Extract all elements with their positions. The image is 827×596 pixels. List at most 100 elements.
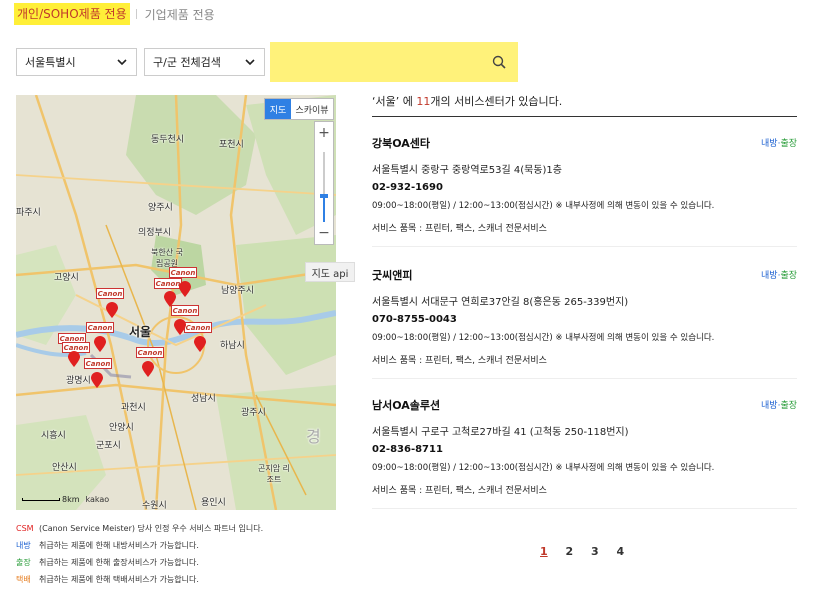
legend-text-csm: (Canon Service Meister) 당사 인정 우수 서비스 파트너… <box>39 524 264 533</box>
center-name[interactable]: 강북OA센타 <box>372 135 430 151</box>
legend-row-delivery: 택배 취급하는 제품에 한해 택배서비스가 가능합니다. <box>16 571 263 588</box>
badge-trip: 출장 <box>780 271 797 281</box>
center-hours: 09:00~18:00(평일) / 12:00~13:00(점심시간) ※ 내부… <box>372 201 715 211</box>
page-link-1[interactable]: 1 <box>540 545 566 558</box>
chevron-down-icon <box>117 59 127 66</box>
zoom-in-button[interactable]: + <box>315 124 333 142</box>
map-label-gunpo: 군포시 <box>96 441 121 451</box>
scale-label: 8km <box>62 495 80 504</box>
service-center-card[interactable]: 남서OA솔루션 내방·출장 서울특별시 구로구 고척로27바길 41 (고척동 … <box>372 397 797 509</box>
map-label-seongnam: 성남시 <box>191 394 216 404</box>
legend-key-visit: 내방 <box>16 541 31 550</box>
zoom-control: + − <box>314 121 334 245</box>
results-panel: ‘서울’ 에 11개의 서비스센터가 있습니다. 강북OA센타 내방·출장 서울… <box>372 93 797 509</box>
map-label-dongducheon: 동두천시 <box>151 135 185 145</box>
map-label-seoul: 서울 <box>129 325 152 339</box>
district-select-value: 구/군 전체검색 <box>153 56 221 69</box>
map-label-gyeong: 경 <box>306 427 321 446</box>
center-phone: 070-8755-0043 <box>372 314 457 325</box>
map-type-skyview-button[interactable]: 스카이뷰 <box>291 99 333 119</box>
center-address: 서울특별시 중랑구 중랑역로53길 4(묵동)1층 <box>372 165 562 176</box>
center-badges: 내방·출장 <box>761 136 797 149</box>
center-badges: 내방·출장 <box>761 398 797 411</box>
map-label-yangju: 양주시 <box>148 203 173 213</box>
center-service-items: 서비스 품목 : 프린터, 팩스, 스캐너 전문서비스 <box>372 486 547 496</box>
map-pin-icon[interactable] <box>174 319 186 335</box>
summary-suffix: 개의 서비스센터가 있습니다. <box>430 95 563 108</box>
center-phone: 02-932-1690 <box>372 182 443 193</box>
city-select-value: 서울특별시 <box>25 56 76 69</box>
canon-marker-label: Canon <box>96 288 124 299</box>
summary-count: 11 <box>416 95 431 108</box>
results-summary: ‘서울’ 에 11개의 서비스센터가 있습니다. <box>372 93 797 117</box>
map-label-gwacheon: 과천시 <box>121 403 146 413</box>
zoom-out-button[interactable]: − <box>315 224 333 242</box>
map-pin-icon[interactable] <box>194 336 206 352</box>
legend-text-trip: 취급하는 제품에 한해 출장서비스가 가능합니다. <box>39 558 199 567</box>
map-label-hanam: 하남시 <box>220 341 245 351</box>
map-pin-icon[interactable] <box>142 361 154 377</box>
map-base-layer <box>16 95 336 510</box>
map-pin-icon[interactable] <box>94 336 106 352</box>
product-tabs: 개인/SOHO제품 전용 기업제품 전용 <box>14 3 215 25</box>
legend-key-csm: CSM <box>16 524 34 533</box>
zoom-handle[interactable] <box>320 194 328 198</box>
map-label-gwangmyeong: 광명시 <box>66 376 91 386</box>
map-label-ansan: 안산시 <box>52 463 77 473</box>
summary-region: ‘서울’ <box>372 95 400 108</box>
map-label-suwon: 수원시 <box>142 501 167 510</box>
center-name[interactable]: 남서OA솔루션 <box>372 397 440 413</box>
center-badges: 내방·출장 <box>761 268 797 281</box>
map-label-goyang: 고양시 <box>54 273 79 283</box>
center-hours: 09:00~18:00(평일) / 12:00~13:00(점심시간) ※ 내부… <box>372 463 715 473</box>
district-select[interactable]: 구/군 전체검색 <box>144 48 265 76</box>
legend-text-visit: 취급하는 제품에 한해 내방서비스가 가능합니다. <box>39 541 199 550</box>
map-pin-icon[interactable] <box>179 281 191 297</box>
service-legend: CSM (Canon Service Meister) 당사 인정 우수 서비스… <box>16 520 263 588</box>
center-hours: 09:00~18:00(평일) / 12:00~13:00(점심시간) ※ 내부… <box>372 333 715 343</box>
page-link-2[interactable]: 2 <box>566 545 592 558</box>
tab-personal-soho[interactable]: 개인/SOHO제품 전용 <box>14 3 130 25</box>
service-center-card[interactable]: 굿씨앤피 내방·출장 서울특별시 서대문구 연희로37안길 8(홍은동 265-… <box>372 267 797 379</box>
map-pin-icon[interactable] <box>68 351 80 367</box>
center-service-items: 서비스 품목 : 프린터, 팩스, 스캐너 전문서비스 <box>372 356 547 366</box>
canon-marker-label: Canon <box>154 278 182 289</box>
service-center-card[interactable]: 강북OA센타 내방·출장 서울특별시 중랑구 중랑역로53길 4(묵동)1층 0… <box>372 135 797 247</box>
service-center-map[interactable]: 동두천시 포천시 양주시 파주시 의정부시 북한산 국립공원 고양시 남양주시 … <box>16 95 336 510</box>
legend-key-delivery: 택배 <box>16 575 31 584</box>
tab-enterprise[interactable]: 기업제품 전용 <box>145 6 215 23</box>
badge-trip: 출장 <box>780 139 797 149</box>
search-box <box>270 42 518 82</box>
badge-visit: 내방 <box>761 401 778 411</box>
map-api-tooltip: 지도 api <box>305 262 355 282</box>
center-name[interactable]: 굿씨앤피 <box>372 267 412 283</box>
city-select[interactable]: 서울특별시 <box>16 48 137 76</box>
map-type-toggle: 지도 스카이뷰 <box>264 98 334 120</box>
map-label-paju: 파주시 <box>16 208 41 218</box>
canon-marker-label: Canon <box>169 267 197 278</box>
zoom-level-fill <box>323 194 325 222</box>
summary-middle: 에 <box>399 95 417 108</box>
canon-marker-label: Canon <box>86 322 114 333</box>
center-service-items: 서비스 품목 : 프린터, 팩스, 스캐너 전문서비스 <box>372 224 547 234</box>
map-pin-icon[interactable] <box>91 372 103 388</box>
map-label-pocheon: 포천시 <box>219 140 244 150</box>
kakao-logo: kakao <box>85 495 110 504</box>
page-link-3[interactable]: 3 <box>591 545 617 558</box>
map-label-uijeongbu: 의정부시 <box>138 228 172 238</box>
tab-divider <box>135 9 137 19</box>
center-address: 서울특별시 서대문구 연희로37안길 8(홍은동 265-339번지) <box>372 297 629 308</box>
pagination: 1 2 3 4 <box>540 545 642 558</box>
map-label-yongin: 용인시 <box>201 498 226 508</box>
legend-text-delivery: 취급하는 제품에 한해 택배서비스가 가능합니다. <box>39 575 199 584</box>
page-link-4[interactable]: 4 <box>617 545 643 558</box>
chevron-down-icon <box>245 59 255 66</box>
search-icon[interactable] <box>492 55 506 69</box>
map-pin-icon[interactable] <box>106 302 118 318</box>
map-type-map-button[interactable]: 지도 <box>265 99 291 119</box>
legend-row-trip: 출장 취급하는 제품에 한해 출장서비스가 가능합니다. <box>16 554 263 571</box>
search-input[interactable] <box>276 50 486 74</box>
map-pin-icon[interactable] <box>164 291 176 307</box>
map-label-siheung: 시흥시 <box>41 431 66 441</box>
map-label-namyangju: 남양주시 <box>221 286 255 296</box>
